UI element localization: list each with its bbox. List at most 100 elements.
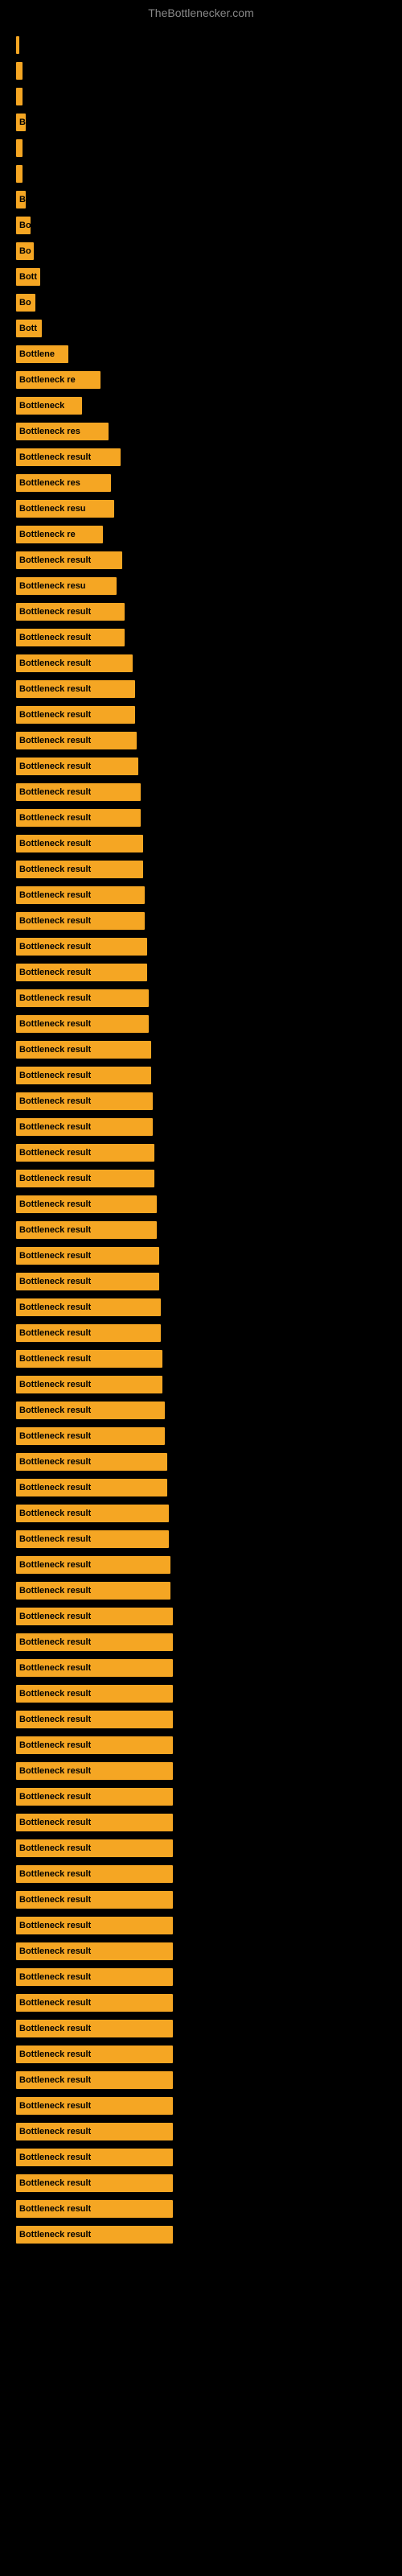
bar-label: Bottleneck result	[19, 1457, 91, 1467]
bar-row: Bottleneck result	[16, 1528, 386, 1550]
bar-row: Bottleneck result	[16, 1631, 386, 1653]
bar: Bottleneck result	[16, 1711, 173, 1728]
bar-label: Bottleneck res	[19, 427, 80, 436]
bar-label: Bottleneck result	[19, 1869, 91, 1879]
bar-label: Bottleneck result	[19, 1946, 91, 1956]
bar-row: Bottleneck result	[16, 1193, 386, 1216]
bar-row: Bottleneck result	[16, 1322, 386, 1344]
bar-label: Bottleneck result	[19, 2050, 91, 2059]
bar: Bott	[16, 320, 42, 337]
bar: Bottleneck result	[16, 886, 145, 904]
bar-label: B	[19, 118, 26, 127]
bar-label: Bottleneck result	[19, 942, 91, 952]
bar: Bottleneck result	[16, 1736, 173, 1754]
bar-row: Bottleneck result	[16, 961, 386, 984]
bar-label: Bottleneck result	[19, 1354, 91, 1364]
bar-row: Bottleneck result	[16, 910, 386, 932]
bar-label: Bottleneck result	[19, 452, 91, 462]
bar: Bottleneck result	[16, 706, 135, 724]
bar: Bottleneck result	[16, 1505, 169, 1522]
bar-row: Bottleneck result	[16, 1554, 386, 1576]
bar-row: Bottleneck result	[16, 935, 386, 958]
bar: Bottleneck result	[16, 964, 147, 981]
bar-row: Bottleneck result	[16, 1476, 386, 1499]
bar-row: Bottleneck result	[16, 1785, 386, 1808]
bar-label: Bottleneck result	[19, 1612, 91, 1621]
bar: Bottleneck result	[16, 1685, 173, 1703]
bar: Bottleneck result	[16, 1608, 173, 1625]
bar-label: Bottleneck result	[19, 1972, 91, 1982]
bar-label: Bottleneck result	[19, 1045, 91, 1055]
bar-row: Bottleneck result	[16, 1296, 386, 1319]
bar-row: Bo	[16, 214, 386, 237]
bar-label: Bottleneck result	[19, 2024, 91, 2033]
bar-row: Bottleneck result	[16, 652, 386, 675]
bar-label: Bottleneck result	[19, 916, 91, 926]
bar-label: Bottleneck result	[19, 658, 91, 668]
bar-row: Bottleneck result	[16, 678, 386, 700]
bar-row: Bottleneck result	[16, 2172, 386, 2194]
bar-label: Bottleneck result	[19, 1380, 91, 1389]
bar: Bottleneck result	[16, 448, 121, 466]
bar-row	[16, 163, 386, 185]
bar-label: Bottleneck resu	[19, 581, 86, 591]
bar-row: Bottleneck result	[16, 1270, 386, 1293]
bar-row: Bott	[16, 317, 386, 340]
bar-row: Bottleneck result	[16, 884, 386, 906]
bar: Bottleneck result	[16, 551, 122, 569]
bar-row	[16, 85, 386, 108]
bar-row: Bottleneck	[16, 394, 386, 417]
bar: Bottleneck res	[16, 423, 109, 440]
bar-label: Bottleneck result	[19, 865, 91, 874]
bar: Bottleneck result	[16, 1814, 173, 1831]
bar-row: Bottleneck result	[16, 1219, 386, 1241]
bar-row: Bottleneck result	[16, 729, 386, 752]
site-title: TheBottlenecker.com	[0, 0, 402, 26]
bar: Bottleneck result	[16, 2046, 173, 2063]
bar-label: Bottleneck result	[19, 2101, 91, 2111]
bar-label: Bottleneck result	[19, 1637, 91, 1647]
bar	[16, 36, 19, 54]
bar-label: Bottleneck result	[19, 684, 91, 694]
bar-row: Bottleneck result	[16, 446, 386, 469]
bar-row: Bottleneck result	[16, 858, 386, 881]
bar-row: Bo	[16, 291, 386, 314]
bar-row: Bottleneck result	[16, 1682, 386, 1705]
bar-row: Bottleneck result	[16, 1579, 386, 1602]
bar-row: Bottleneck result	[16, 1425, 386, 1447]
bar-row: Bottleneck result	[16, 1734, 386, 1757]
bar-row: Bottleneck result	[16, 1889, 386, 1911]
bar-label: Bottleneck result	[19, 1328, 91, 1338]
bar-label: Bo	[19, 221, 31, 230]
bar-label: Bottleneck result	[19, 2075, 91, 2085]
bar-label: Bottleneck result	[19, 736, 91, 745]
bar-label: Bottleneck result	[19, 607, 91, 617]
bar: Bottleneck result	[16, 1582, 170, 1600]
bar: Bott	[16, 268, 40, 286]
bar: Bottleneck result	[16, 783, 141, 801]
bar: Bottleneck result	[16, 2200, 173, 2218]
bar: Bottleneck result	[16, 1453, 167, 1471]
bar: Bottleneck result	[16, 1402, 165, 1419]
bar-label: Bottleneck result	[19, 1225, 91, 1235]
bar-label: Bottleneck result	[19, 1766, 91, 1776]
bar: Bottleneck result	[16, 1788, 173, 1806]
bar-row: Bottleneck result	[16, 1451, 386, 1473]
bar	[16, 62, 23, 80]
bar: Bottleneck result	[16, 2174, 173, 2192]
bar-row: Bott	[16, 266, 386, 288]
bar: Bottleneck result	[16, 2071, 173, 2089]
bar-row: Bottleneck result	[16, 1399, 386, 1422]
bar-row	[16, 137, 386, 159]
bar	[16, 139, 23, 157]
bar-row: Bottleneck result	[16, 1811, 386, 1834]
bar: Bottleneck result	[16, 654, 133, 672]
bar-label: Bottleneck result	[19, 1715, 91, 1724]
bar: Bottleneck result	[16, 1917, 173, 1934]
bar: Bottleneck result	[16, 1273, 159, 1290]
bar-row: Bo	[16, 240, 386, 262]
bar-row: Bottleneck result	[16, 1348, 386, 1370]
bar-row: Bottleneck result	[16, 1657, 386, 1679]
bar-label: Bottleneck result	[19, 710, 91, 720]
bar	[16, 165, 23, 183]
